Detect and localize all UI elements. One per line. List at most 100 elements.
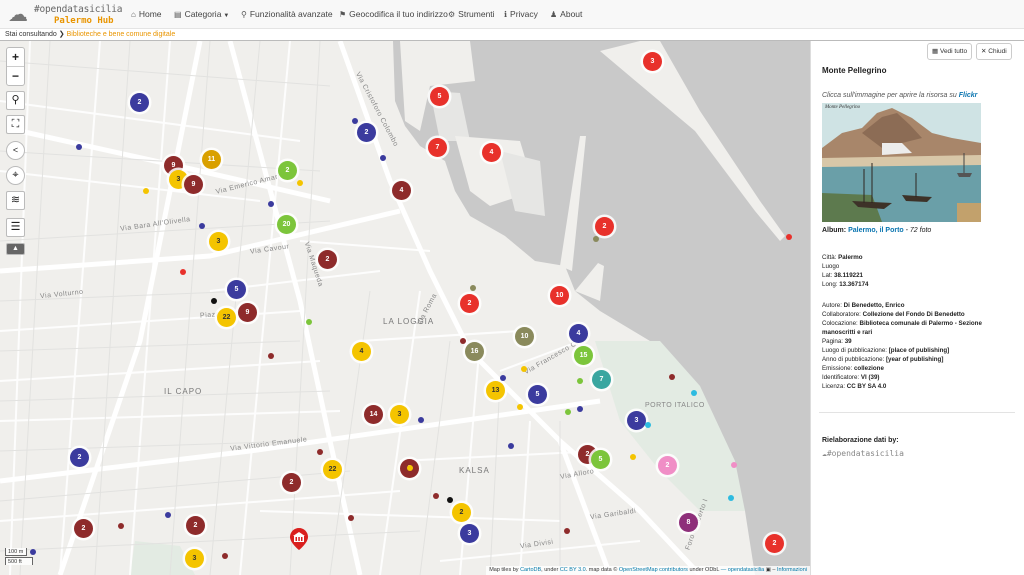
map-point[interactable] — [380, 155, 386, 161]
cluster-marker[interactable]: 16 — [465, 342, 484, 361]
cluster-marker[interactable]: 2 — [595, 217, 614, 236]
map-point[interactable] — [577, 378, 583, 384]
map-point[interactable] — [786, 234, 792, 240]
cluster-marker[interactable]: 2 — [460, 294, 479, 313]
cluster-marker[interactable]: 2 — [74, 519, 93, 538]
map-point[interactable] — [630, 454, 636, 460]
cluster-marker[interactable]: 3 — [209, 232, 228, 251]
cluster-marker[interactable]: 20 — [277, 215, 296, 234]
cluster-marker[interactable]: 22 — [217, 308, 236, 327]
chiudi-button[interactable]: ✕ Chiudi — [976, 43, 1012, 60]
map-point[interactable] — [143, 188, 149, 194]
cluster-marker[interactable]: 2 — [278, 161, 297, 180]
map-point[interactable] — [521, 366, 527, 372]
map-point[interactable] — [593, 236, 599, 242]
cluster-marker[interactable]: 4 — [392, 181, 411, 200]
map-point[interactable] — [222, 553, 228, 559]
database-button[interactable]: ☰ — [6, 218, 25, 237]
map-point[interactable] — [30, 549, 36, 555]
cluster-marker[interactable]: 5 — [227, 280, 246, 299]
map-point[interactable] — [352, 118, 358, 124]
map-point[interactable] — [76, 144, 82, 150]
cluster-marker[interactable]: 9 — [184, 175, 203, 194]
nav-funzionalita[interactable]: ⚲ Funzionalità avanzate — [241, 0, 333, 29]
credit-logo[interactable]: ☁#opendatasicilia — [822, 449, 904, 458]
share-button[interactable]: < — [6, 141, 25, 160]
map-point[interactable] — [645, 422, 651, 428]
map-point[interactable] — [211, 298, 217, 304]
cluster-marker[interactable]: 10 — [550, 286, 569, 305]
zoom-in-button[interactable]: + — [7, 48, 24, 67]
map-point[interactable] — [517, 404, 523, 410]
cluster-marker[interactable]: 5 — [528, 385, 547, 404]
cluster-marker[interactable]: 7 — [428, 138, 447, 157]
map-point[interactable] — [731, 462, 737, 468]
cluster-marker[interactable]: 15 — [574, 346, 593, 365]
map-point[interactable] — [470, 285, 476, 291]
info-link[interactable]: Informazioni — [777, 567, 807, 573]
map-point[interactable] — [268, 353, 274, 359]
zoom-out-button[interactable]: − — [7, 67, 24, 86]
flickr-photo[interactable]: Monte Pellegrino — [822, 103, 981, 222]
map-point[interactable] — [447, 497, 453, 503]
cluster-marker[interactable]: 22 — [323, 460, 342, 479]
cluster-marker[interactable]: 13 — [486, 381, 505, 400]
cluster-marker[interactable]: 7 — [592, 370, 611, 389]
cluster-marker[interactable]: 2 — [70, 448, 89, 467]
map-point[interactable] — [565, 409, 571, 415]
flickr-link[interactable]: Flickr — [959, 92, 978, 99]
cluster-marker[interactable]: 2 — [357, 123, 376, 142]
map[interactable]: LA LOGGIA IL CAPO KALSA PORTO ITALICO Vi… — [0, 41, 810, 575]
cluster-marker[interactable]: 2 — [282, 473, 301, 492]
album-link[interactable]: Palermo, il Porto — [848, 227, 904, 234]
map-point[interactable] — [508, 443, 514, 449]
nav-strumenti[interactable]: ⚙ Strumenti — [448, 0, 495, 29]
search-map-button[interactable]: ⚲ — [6, 91, 25, 110]
cluster-marker[interactable]: 2 — [658, 456, 677, 475]
nav-categoria[interactable]: ▤ Categoria ▼ — [174, 0, 229, 29]
cluster-marker[interactable]: 3 — [643, 52, 662, 71]
map-point[interactable] — [306, 319, 312, 325]
map-point[interactable] — [317, 449, 323, 455]
fullscreen-button[interactable]: ⛶ — [6, 115, 25, 134]
cluster-marker[interactable]: 3 — [627, 411, 646, 430]
map-point[interactable] — [407, 465, 413, 471]
cc-by-link[interactable]: CC BY 3.0 — [560, 567, 586, 573]
map-point[interactable] — [728, 495, 734, 501]
map-point[interactable] — [669, 374, 675, 380]
nav-privacy[interactable]: ℹ Privacy — [504, 0, 538, 29]
locate-button[interactable]: ⌖ — [6, 166, 25, 185]
cluster-marker[interactable]: 4 — [569, 324, 588, 343]
cluster-marker[interactable]: 4 — [352, 342, 371, 361]
map-point[interactable] — [180, 269, 186, 275]
cluster-marker[interactable]: 9 — [238, 303, 257, 322]
cluster-marker[interactable]: 14 — [364, 405, 383, 424]
cluster-marker[interactable]: 11 — [202, 150, 221, 169]
breadcrumb-current[interactable]: Biblioteche e bene comune digitale — [67, 31, 176, 38]
cluster-marker[interactable]: 5 — [591, 450, 610, 469]
cluster-marker[interactable]: 3 — [390, 405, 409, 424]
cluster-marker[interactable]: 3 — [185, 549, 204, 568]
map-point[interactable] — [118, 523, 124, 529]
cluster-marker[interactable]: 2 — [765, 534, 784, 553]
map-point[interactable] — [199, 223, 205, 229]
ods-link[interactable]: — opendatasicilia — [721, 567, 764, 573]
cluster-marker[interactable]: 3 — [460, 524, 479, 543]
collapse-button[interactable]: ▲ — [6, 243, 25, 255]
cluster-marker[interactable]: 4 — [482, 143, 501, 162]
map-point[interactable] — [691, 390, 697, 396]
map-point[interactable] — [460, 338, 466, 344]
layers-button[interactable]: ≋ — [6, 191, 25, 210]
map-point[interactable] — [297, 180, 303, 186]
nav-home[interactable]: ⌂ Home — [131, 0, 162, 29]
cluster-marker[interactable]: 2 — [452, 503, 471, 522]
map-point[interactable] — [268, 201, 274, 207]
map-point[interactable] — [577, 406, 583, 412]
cluster-marker[interactable]: 2 — [130, 93, 149, 112]
map-point[interactable] — [433, 493, 439, 499]
vedi-tutto-button[interactable]: ▦ Vedi tutto — [927, 43, 973, 60]
cluster-marker[interactable]: 5 — [430, 87, 449, 106]
logo[interactable]: ☁ #opendatasicilia Palermo Hub — [8, 3, 123, 27]
nav-about[interactable]: ♟ About — [550, 0, 582, 29]
selected-library-marker[interactable] — [290, 528, 308, 550]
